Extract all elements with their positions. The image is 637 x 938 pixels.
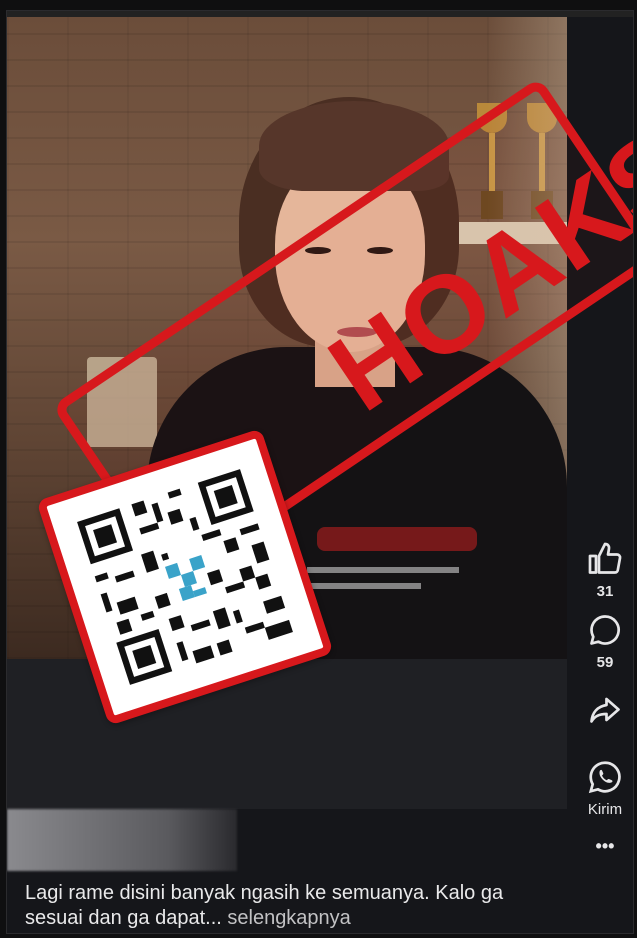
like-count: 31 xyxy=(596,583,614,600)
thumbs-up-icon xyxy=(588,542,622,574)
whatsapp-icon xyxy=(588,761,621,794)
share-button[interactable] xyxy=(577,693,633,733)
post-caption: Lagi rame disini banyak ngasih ke semuan… xyxy=(25,881,555,931)
send-label: Kirim xyxy=(587,801,623,818)
shirt-print xyxy=(307,527,497,647)
send-button[interactable]: Kirim xyxy=(577,759,633,818)
qr-code-icon xyxy=(69,461,301,693)
action-rail: 31 59 Kirim ••• xyxy=(577,541,633,857)
like-button[interactable]: 31 xyxy=(577,541,633,600)
author-name-redacted xyxy=(7,809,237,871)
share-arrow-icon xyxy=(590,697,620,723)
comment-count: 59 xyxy=(596,654,614,671)
comment-button[interactable]: 59 xyxy=(577,612,633,671)
comment-icon xyxy=(590,615,620,645)
video-bottom-panel xyxy=(7,659,567,809)
see-more-link[interactable]: selengkapnya xyxy=(227,907,350,929)
more-options-button[interactable]: ••• xyxy=(577,836,633,857)
post-frame: HOAKS 31 59 Kirim ••• Lagi rame disini b… xyxy=(6,10,634,934)
